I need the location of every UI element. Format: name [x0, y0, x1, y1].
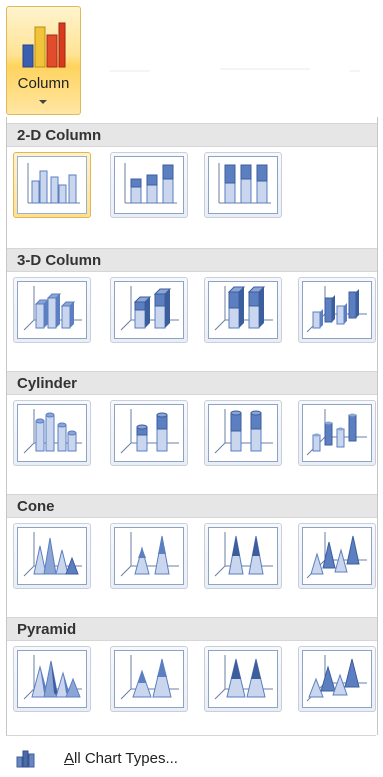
100-stacked-column-option[interactable] — [204, 152, 282, 218]
stacked-cone-icon — [120, 532, 179, 577]
clustered-column-option[interactable] — [13, 152, 91, 218]
faded-background — [350, 70, 360, 72]
stacked-pyramid-icon — [120, 655, 179, 700]
3d-clustered-column-icon — [23, 286, 82, 331]
3d-cone-icon — [306, 532, 367, 579]
clustered-cone-icon — [23, 532, 82, 577]
chart-type-gallery: 2-D Column 3-D Column Cylinder Cone Pyra… — [6, 117, 378, 735]
100-stacked-cone-icon — [214, 532, 273, 577]
100-stacked-cylinder-icon — [214, 409, 273, 454]
3d-clustered-column-option[interactable] — [13, 277, 91, 343]
clustered-cylinder-icon — [23, 409, 82, 454]
3d-stacked-column-option[interactable] — [110, 277, 188, 343]
stacked-cylinder-icon — [120, 409, 179, 454]
100-stacked-cylinder-option[interactable] — [204, 400, 282, 466]
section-header-pyramid: Pyramid — [7, 617, 377, 641]
column-chart-button[interactable]: Column — [6, 6, 81, 115]
section-title: Pyramid — [17, 621, 77, 638]
stacked-cylinder-option[interactable] — [110, 400, 188, 466]
faded-background — [220, 68, 310, 70]
clustered-pyramid-icon — [23, 655, 82, 700]
chart-types-icon — [16, 748, 38, 773]
stacked-column-icon — [124, 163, 177, 204]
faded-background — [110, 70, 150, 72]
column-button-label: Column — [17, 75, 70, 92]
3d-column-option[interactable] — [298, 277, 376, 343]
section-title: Cone — [17, 498, 55, 515]
clustered-column-icon — [27, 163, 80, 204]
100-stacked-pyramid-option[interactable] — [204, 646, 282, 712]
chevron-down-icon — [39, 100, 47, 104]
3d-pyramid-icon — [306, 655, 367, 702]
stacked-cone-option[interactable] — [110, 523, 188, 589]
100-stacked-column-icon — [218, 163, 271, 204]
3d-column-icon — [306, 286, 367, 333]
100-stacked-pyramid-icon — [214, 655, 273, 700]
ribbon-area: Column — [0, 0, 383, 117]
clustered-cone-option[interactable] — [13, 523, 91, 589]
section-title: 3-D Column — [17, 252, 102, 269]
section-header-2d-column: 2-D Column — [7, 123, 377, 147]
section-header-3d-column: 3-D Column — [7, 248, 377, 272]
column-chart-icon — [21, 17, 67, 74]
all-chart-types-row[interactable]: All Chart Types... — [6, 735, 376, 777]
section-title: 2-D Column — [17, 127, 102, 144]
clustered-pyramid-option[interactable] — [13, 646, 91, 712]
section-header-cone: Cone — [7, 494, 377, 518]
3d-100-stacked-column-option[interactable] — [204, 277, 282, 343]
section-header-cylinder: Cylinder — [7, 371, 377, 395]
section-title: Cylinder — [17, 375, 78, 392]
100-stacked-cone-option[interactable] — [204, 523, 282, 589]
3d-cylinder-option[interactable] — [298, 400, 376, 466]
stacked-column-option[interactable] — [110, 152, 188, 218]
3d-pyramid-option[interactable] — [298, 646, 376, 712]
stacked-pyramid-option[interactable] — [110, 646, 188, 712]
3d-cylinder-icon — [306, 409, 367, 456]
3d-100-stacked-column-icon — [214, 286, 273, 331]
3d-cone-option[interactable] — [298, 523, 376, 589]
all-chart-types-link[interactable]: All Chart Types... — [64, 750, 178, 767]
clustered-cylinder-option[interactable] — [13, 400, 91, 466]
3d-stacked-column-icon — [120, 286, 179, 331]
